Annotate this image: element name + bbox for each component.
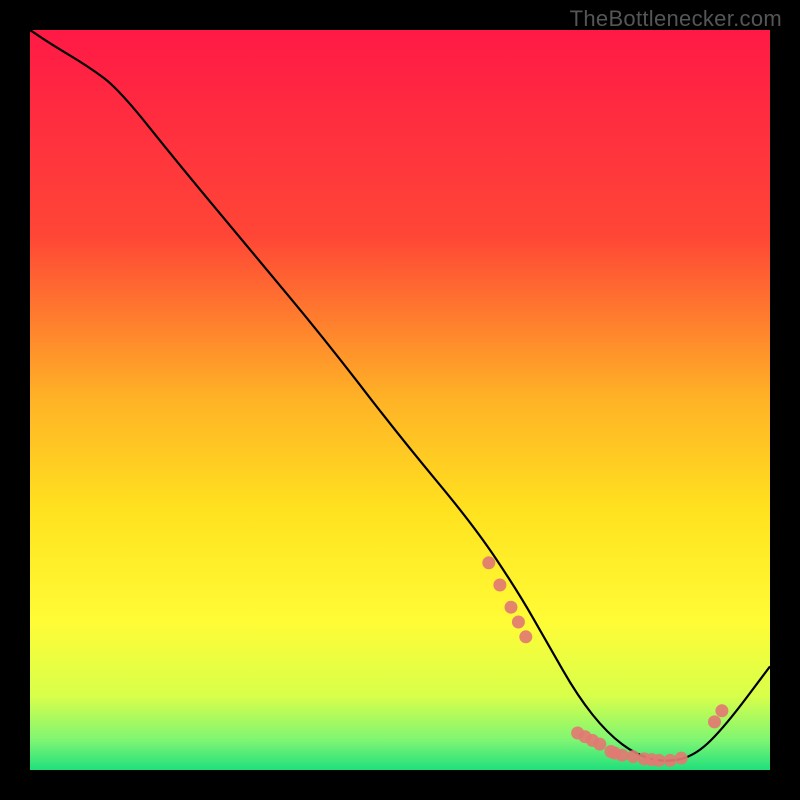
- highlight-point: [653, 754, 666, 767]
- highlight-point: [715, 704, 728, 717]
- highlight-point: [512, 616, 525, 629]
- highlight-point: [482, 556, 495, 569]
- highlight-point: [593, 738, 606, 751]
- highlight-point: [675, 752, 688, 765]
- chart-svg: [30, 30, 770, 770]
- highlight-point: [493, 579, 506, 592]
- highlight-point: [627, 750, 640, 763]
- chart-frame: TheBottlenecker.com: [0, 0, 800, 800]
- chart-plot: [30, 30, 770, 770]
- highlight-point: [505, 601, 518, 614]
- gradient-background: [30, 30, 770, 770]
- highlight-point: [664, 754, 677, 767]
- watermark-text: TheBottlenecker.com: [570, 6, 782, 32]
- highlight-point: [519, 630, 532, 643]
- highlight-point: [708, 715, 721, 728]
- highlight-point: [616, 749, 629, 762]
